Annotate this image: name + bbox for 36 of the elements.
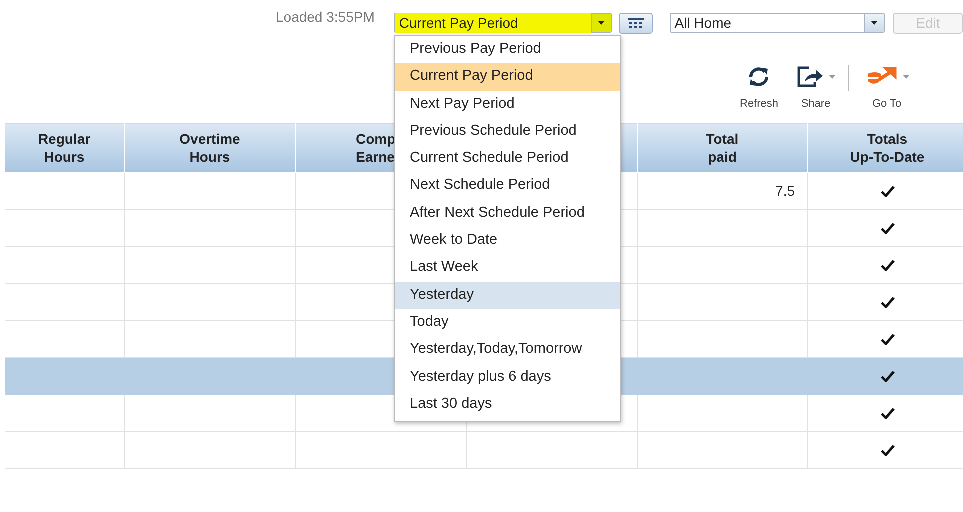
menu-item[interactable]: Previous Pay Period (395, 36, 620, 64)
loaded-time: Loaded 3:55PM (276, 9, 376, 25)
header-label: Overtime (180, 130, 240, 148)
menu-item[interactable]: Yesterday (395, 282, 620, 309)
menu-item[interactable]: Next Pay Period (395, 90, 620, 118)
menu-item[interactable]: Yesterday,Today,Tomorrow (395, 336, 620, 364)
caret-icon (598, 21, 605, 25)
toolbar-button[interactable]: Go To (864, 65, 910, 110)
grid-icon (628, 18, 644, 28)
menu-item[interactable]: Last Week (395, 254, 620, 282)
menu-item[interactable]: Week to Date (395, 227, 620, 254)
header-label: Hours (190, 148, 230, 166)
menu-item[interactable]: Last 30 days (395, 390, 620, 418)
header-label: Totals (867, 130, 908, 148)
header-label: Hours (44, 148, 85, 166)
menu-item[interactable]: Current Pay Period (395, 63, 620, 91)
toolbar-button[interactable]: Refresh (740, 65, 779, 110)
header-label: Up-To-Date (850, 148, 925, 166)
toolbar-button[interactable]: Share (796, 65, 836, 110)
menu-item[interactable]: After Next Schedule Period (395, 200, 620, 228)
header-label: paid (708, 148, 737, 166)
table-cell: 7.5 (638, 173, 808, 210)
menu-item[interactable]: Yesterday plus 6 days (395, 364, 620, 391)
header-label: Total (706, 130, 739, 148)
menu-item[interactable]: Today (395, 308, 620, 336)
menu-item[interactable]: Next Schedule Period (395, 172, 620, 200)
header-label: Comp (356, 130, 396, 148)
header-label: Earne (356, 148, 395, 166)
header-label: Regular (38, 130, 91, 148)
grid-button[interactable] (618, 12, 653, 34)
share-icon (796, 66, 825, 88)
menu-item[interactable]: Current Schedule Period (395, 145, 620, 172)
location-dropdown[interactable]: All Home (670, 13, 886, 33)
menu-item[interactable]: Previous Schedule Period (395, 118, 620, 146)
caret-icon (871, 21, 878, 25)
refresh-icon (747, 66, 772, 88)
